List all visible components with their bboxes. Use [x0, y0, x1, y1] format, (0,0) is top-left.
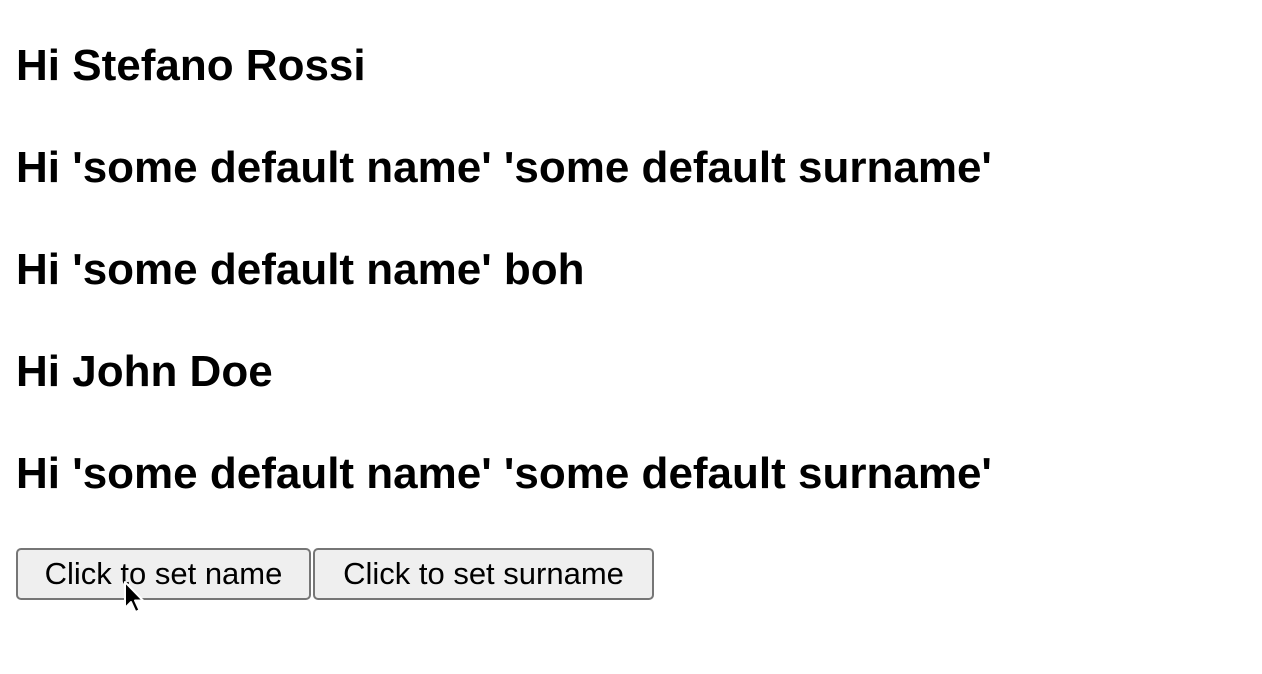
greeting-heading-5: Hi 'some default name' 'some default sur… — [16, 449, 992, 498]
set-name-button[interactable]: Click to set name — [16, 548, 311, 600]
greeting-heading-4: Hi John Doe — [16, 347, 273, 396]
greeting-heading-1: Hi Stefano Rossi — [16, 41, 366, 90]
button-row: Click to set name Click to set surname — [16, 548, 654, 600]
greeting-heading-3: Hi 'some default name' boh — [16, 245, 585, 294]
set-surname-button[interactable]: Click to set surname — [313, 548, 654, 600]
greeting-heading-2: Hi 'some default name' 'some default sur… — [16, 143, 992, 192]
